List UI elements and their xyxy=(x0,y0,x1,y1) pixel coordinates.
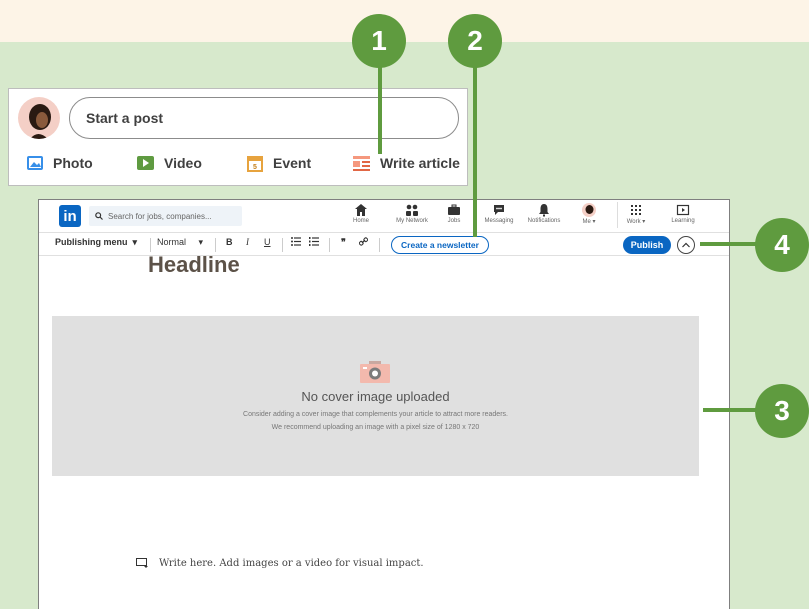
nav-home[interactable]: Home xyxy=(339,202,383,230)
write-prompt: Write here. Add images or a video for vi… xyxy=(159,558,424,569)
link-button[interactable] xyxy=(358,237,369,248)
toolbar-divider xyxy=(150,238,151,252)
article-icon xyxy=(353,155,370,171)
event-label: Event xyxy=(273,155,312,171)
linkedin-logo[interactable]: in xyxy=(59,205,81,227)
nav-messaging[interactable]: Messaging xyxy=(477,202,521,230)
underline-button[interactable]: U xyxy=(264,237,271,247)
photo-button[interactable]: Photo xyxy=(27,151,93,175)
link-icon xyxy=(358,237,369,246)
publishing-menu-dropdown[interactable]: Publishing menu ▾ xyxy=(55,237,137,248)
chevron-up-icon xyxy=(682,242,690,248)
write-article-button[interactable]: Write article xyxy=(353,151,460,175)
photo-icon xyxy=(27,156,43,170)
nav-my-network-label: My Network xyxy=(396,218,428,224)
cover-hint-line1: Consider adding a cover image that compl… xyxy=(243,411,508,418)
callout-1-leader xyxy=(378,54,382,154)
avatar xyxy=(582,203,596,217)
camera-icon xyxy=(360,361,390,383)
article-headline[interactable]: Headline xyxy=(148,252,240,278)
add-media-icon xyxy=(136,558,148,568)
nav-notifications[interactable]: Notifications xyxy=(522,202,566,230)
top-navbar: in Search for jobs, companies... Home My… xyxy=(39,200,729,232)
calendar-icon: 5 xyxy=(247,155,263,172)
network-icon xyxy=(406,204,418,216)
write-article-label: Write article xyxy=(380,155,460,171)
text-style-dropdown[interactable]: Normal ▾ xyxy=(157,237,203,248)
event-button[interactable]: 5 Event xyxy=(247,151,311,175)
callout-3-leader xyxy=(703,408,763,412)
toolbar-divider xyxy=(379,238,380,252)
grid-icon xyxy=(631,205,641,215)
search-placeholder: Search for jobs, companies... xyxy=(108,211,212,221)
toolbar-divider xyxy=(329,238,330,252)
svg-text:5: 5 xyxy=(253,164,257,171)
callout-1: 1 xyxy=(352,14,406,68)
article-editor-window: in Search for jobs, companies... Home My… xyxy=(38,199,730,609)
italic-button[interactable]: I xyxy=(246,237,249,247)
quote-button[interactable]: ❞ xyxy=(341,237,346,248)
editor-toolbar: Publishing menu ▾ Normal ▾ B I U ❞ Creat… xyxy=(39,232,729,256)
nav-home-label: Home xyxy=(352,218,369,224)
nav-messaging-label: Messaging xyxy=(484,218,514,224)
nav-me[interactable]: Me ▾ xyxy=(567,202,611,230)
photo-label: Photo xyxy=(53,155,93,171)
cover-image-placeholder[interactable]: No cover image uploaded Consider adding … xyxy=(52,316,699,476)
nav-work[interactable]: Work ▾ xyxy=(614,202,658,230)
start-post-button[interactable]: Start a post xyxy=(69,97,459,139)
bold-button[interactable]: B xyxy=(226,237,233,247)
nav-me-label: Me ▾ xyxy=(582,219,596,225)
nav-jobs-label: Jobs xyxy=(447,218,461,224)
nav-notifications-label: Notifications xyxy=(527,218,561,224)
collapse-toolbar-button[interactable] xyxy=(677,236,695,254)
nav-work-label: Work ▾ xyxy=(626,219,646,225)
article-body-input[interactable]: Write here. Add images or a video for vi… xyxy=(136,558,424,569)
callout-2: 2 xyxy=(448,14,502,68)
post-box: Start a post Photo Video 5 Event Write a… xyxy=(8,88,468,186)
cover-title: No cover image uploaded xyxy=(301,389,450,404)
callout-2-leader xyxy=(473,54,477,237)
toolbar-divider xyxy=(215,238,216,252)
search-icon xyxy=(95,212,103,220)
video-button[interactable]: Video xyxy=(137,151,202,175)
callout-3: 3 xyxy=(755,384,809,438)
cover-hint-line2: We recommend uploading an image with a p… xyxy=(271,424,480,431)
nav-learning-label: Learning xyxy=(671,218,695,224)
nav-my-network[interactable]: My Network xyxy=(390,202,434,230)
nav-learning[interactable]: Learning xyxy=(661,202,705,230)
create-newsletter-button[interactable]: Create a newsletter xyxy=(391,236,489,254)
chevron-down-icon: ▾ xyxy=(130,237,138,247)
callout-4-leader xyxy=(700,242,762,246)
chevron-down-icon: ▾ xyxy=(642,219,646,225)
bell-icon xyxy=(539,204,549,217)
chevron-down-icon: ▾ xyxy=(188,237,204,247)
video-label: Video xyxy=(164,155,202,171)
search-input[interactable]: Search for jobs, companies... xyxy=(89,206,242,226)
play-icon xyxy=(676,204,690,216)
numbered-list-icon xyxy=(309,237,319,246)
home-icon xyxy=(355,204,367,216)
nav-jobs[interactable]: Jobs xyxy=(432,202,476,230)
chat-icon xyxy=(494,205,504,215)
chevron-down-icon: ▾ xyxy=(592,219,596,225)
toolbar-divider xyxy=(282,238,283,252)
bulleted-list-icon xyxy=(291,237,301,246)
avatar[interactable] xyxy=(18,97,60,139)
numbered-list-button[interactable] xyxy=(309,237,319,248)
video-icon xyxy=(137,156,154,170)
bulleted-list-button[interactable] xyxy=(291,237,301,248)
callout-4: 4 xyxy=(755,218,809,272)
publish-button[interactable]: Publish xyxy=(623,236,671,254)
briefcase-icon xyxy=(448,204,460,215)
